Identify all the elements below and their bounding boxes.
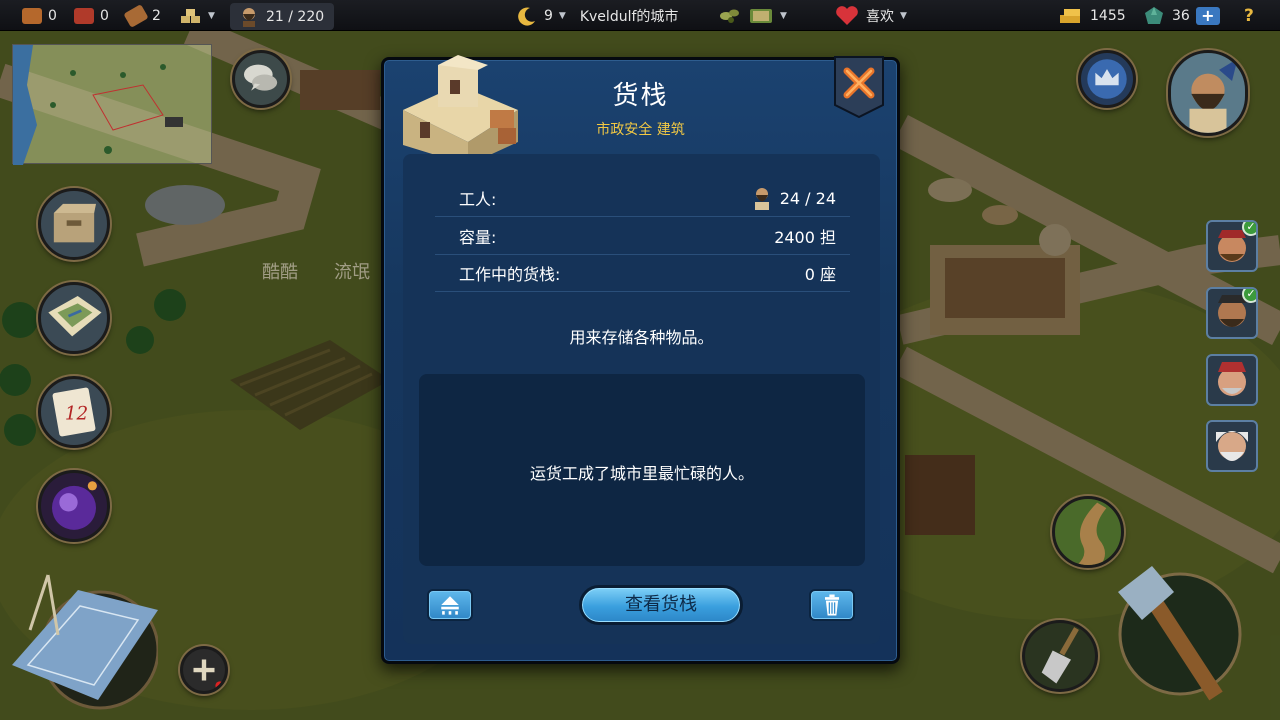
active-warehouses-row: 工作中的货栈: 0 座 (435, 255, 850, 292)
potion-button[interactable] (38, 470, 110, 542)
calendar-button[interactable]: 12 (38, 376, 110, 448)
dialog-content-panel: 工人: 24 / 24 容量: 2400 担 工作中的货栈: 0 座 用来存储各… (403, 154, 880, 644)
add-button[interactable] (180, 646, 228, 694)
advisor-portrait[interactable] (1168, 50, 1248, 136)
help-button[interactable]: ? (1244, 0, 1254, 31)
gold-icon (1060, 8, 1080, 23)
inventory-icon (53, 203, 96, 243)
moon-icon (518, 7, 535, 26)
brick-count: 0 (100, 7, 109, 24)
stat-label: 工作中的货栈: (459, 265, 561, 284)
dialog-title: 货栈 (612, 81, 669, 111)
crown-icon (1087, 59, 1127, 99)
mood-dropdown[interactable]: 喜欢 ▼ (834, 0, 907, 31)
wood-resource[interactable]: 0 (22, 0, 57, 31)
citizen-portrait[interactable] (1206, 420, 1258, 472)
blueprint-icon (12, 574, 160, 710)
blueprint-button[interactable] (8, 570, 160, 710)
plus-icon (193, 659, 225, 691)
demolish-hammer-button[interactable] (1112, 562, 1248, 702)
shovel-button[interactable] (1022, 620, 1098, 692)
chat-button[interactable] (232, 50, 290, 108)
upgrade-button[interactable] (427, 589, 473, 621)
potion-icon (52, 481, 97, 530)
stat-value: 24 / 24 (779, 188, 836, 208)
gold-display[interactable]: 1455 (1058, 0, 1126, 31)
chevron-down-icon: ▼ (780, 10, 787, 21)
shovel-icon (1041, 627, 1079, 684)
gem-display[interactable]: 36 + (1142, 0, 1220, 31)
close-button[interactable] (833, 55, 885, 119)
building-description: 用来存储各种物品。 (569, 328, 714, 347)
brick-icon (74, 7, 94, 24)
lumber-count: 2 (152, 7, 161, 24)
buy-gems-button[interactable]: + (1195, 6, 1220, 25)
map-label-player[interactable]: 酷酷 (262, 258, 298, 284)
demolish-button[interactable] (809, 589, 855, 621)
view-warehouse-button[interactable]: 查看货栈 (579, 585, 743, 625)
trash-icon (825, 594, 839, 616)
citizen-avatar-icon (1218, 362, 1246, 396)
world-map-button[interactable] (38, 282, 110, 354)
citizen-portrait[interactable]: ✓ (1206, 287, 1258, 339)
top-resource-bar: 0 0 2 ▼ 21 / 220 9 ▼ Kveldulf的城市 ▼ 喜欢 ▼ … (0, 0, 1280, 31)
tip-panel: 运货工成了城市里最忙碌的人。 (419, 374, 865, 566)
stat-value: 0 座 (804, 265, 836, 284)
dialog-subtitle: 市政安全 建筑 (596, 122, 685, 138)
worker-icon (243, 7, 255, 27)
warehouse-dialog: 货栈 市政安全 建筑 工人: 24 / 24 容量: 2400 担 工作中的货栈… (381, 55, 900, 664)
stat-value: 2400 担 (774, 228, 836, 247)
heart-icon (836, 5, 858, 25)
gem-count: 36 (1172, 7, 1190, 24)
stat-label: 工人: (459, 190, 497, 209)
build-icon (181, 8, 200, 23)
advisor-avatar-icon (1189, 58, 1238, 133)
close-icon (834, 56, 884, 119)
help-icon: ? (1244, 5, 1254, 26)
svg-text:12: 12 (65, 403, 88, 424)
olive-icon (720, 9, 739, 23)
day-count: 9 (544, 7, 553, 24)
world-map-icon (48, 296, 102, 337)
upgrade-icon (441, 596, 459, 615)
chat-icon (243, 64, 278, 91)
hammer-icon (1118, 566, 1242, 701)
population-display[interactable]: 21 / 220 (230, 3, 335, 30)
build-dropdown[interactable]: ▼ (180, 0, 215, 31)
checkmark-icon: ✓ (1242, 289, 1256, 303)
chevron-down-icon: ▼ (558, 10, 566, 21)
chevron-down-icon: ▼ (900, 10, 907, 21)
tip-text: 运货工成了城市里最忙碌的人。 (529, 464, 754, 483)
chevron-down-icon: ▼ (208, 10, 215, 21)
calendar-icon: 12 (52, 387, 96, 437)
mood-label: 喜欢 (866, 8, 894, 25)
minimap[interactable] (12, 44, 212, 165)
city-selector[interactable]: 9 ▼ Kveldulf的城市 (516, 0, 678, 31)
citizen-avatar-icon (1216, 431, 1248, 461)
map-label-player[interactable]: 流氓 (334, 258, 370, 284)
book-icon (750, 8, 772, 23)
citizen-portrait[interactable]: ✓ (1206, 220, 1258, 272)
city-name: Kveldulf的城市 (579, 8, 679, 25)
road-icon (1077, 502, 1107, 565)
workers-row: 工人: 24 / 24 (435, 180, 850, 217)
capacity-row: 容量: 2400 担 (435, 218, 850, 255)
gem-icon (1145, 6, 1163, 24)
gold-count: 1455 (1090, 7, 1126, 24)
brick-resource[interactable]: 0 (74, 0, 109, 31)
worker-icon (754, 188, 769, 210)
lumber-resource[interactable]: 2 (123, 0, 161, 31)
road-button[interactable] (1052, 496, 1124, 568)
wood-count: 0 (48, 7, 57, 24)
citizen-portrait[interactable] (1206, 354, 1258, 406)
population-count: 21 / 220 (266, 8, 325, 25)
checkmark-icon: ✓ (1242, 222, 1256, 236)
crown-button[interactable] (1078, 50, 1136, 108)
culture-dropdown[interactable]: ▼ (718, 0, 787, 31)
stat-label: 容量: (459, 228, 497, 247)
lumber-icon (123, 3, 149, 28)
inventory-button[interactable] (38, 188, 110, 260)
wood-icon (22, 7, 42, 24)
